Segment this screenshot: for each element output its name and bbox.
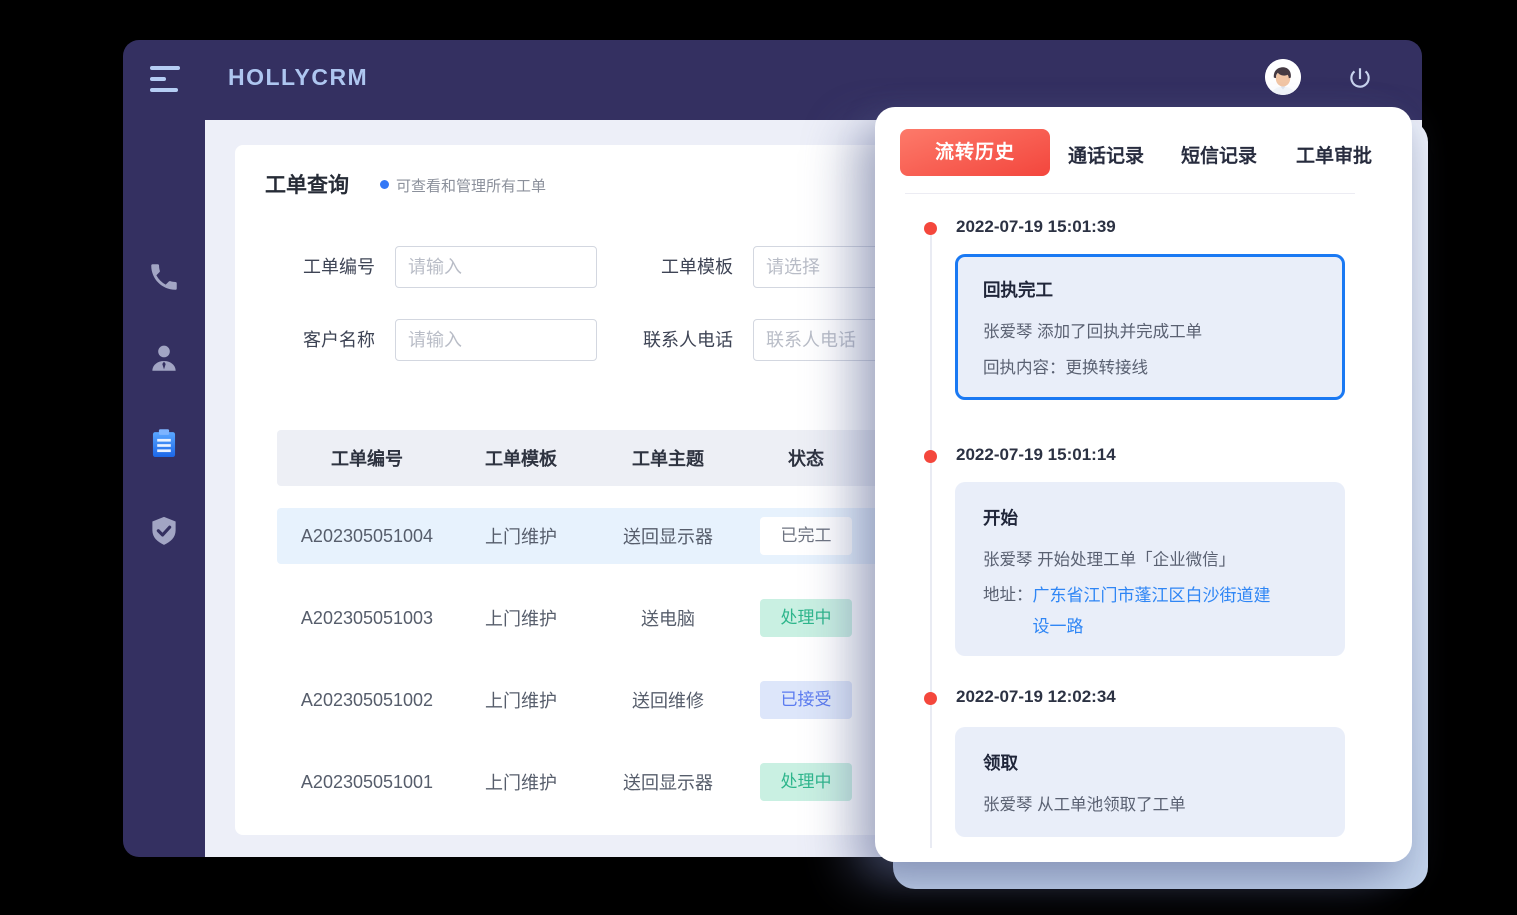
- sidebar-item-workorders[interactable]: [147, 427, 181, 461]
- history-panel: 流转历史 通话记录 短信记录 工单审批 2022-07-19 15:01:39 …: [875, 107, 1412, 862]
- customer-label: 客户名称: [255, 319, 375, 361]
- security-shield-icon: [147, 514, 181, 548]
- status-badge: 处理中: [760, 763, 852, 801]
- timeline-dot: [924, 450, 937, 463]
- page-subtitle: 可查看和管理所有工单: [396, 175, 546, 196]
- cell-subject: 送回显示器: [585, 523, 751, 549]
- col-header-status: 状态: [751, 445, 861, 471]
- status-badge: 已接受: [760, 681, 852, 719]
- address-link[interactable]: 广东省江门市蓬江区白沙街道建设一路: [1033, 580, 1275, 642]
- timeline-timestamp: 2022-07-19 15:01:14: [956, 445, 1116, 465]
- timeline-card-title: 开始: [983, 505, 1319, 530]
- template-label: 工单模板: [613, 246, 733, 288]
- cell-subject: 送电脑: [585, 605, 751, 631]
- status-badge: 已完工: [760, 517, 852, 555]
- timeline-card-title: 回执完工: [983, 277, 1319, 302]
- user-avatar[interactable]: [1265, 59, 1301, 95]
- cell-order-no: A202305051002: [277, 690, 457, 711]
- cell-subject: 送回维修: [585, 687, 751, 713]
- tab-divider: [905, 193, 1355, 194]
- contact-phone-label: 联系人电话: [613, 319, 733, 361]
- cell-order-no: A202305051004: [277, 526, 457, 547]
- cell-order-no: A202305051003: [277, 608, 457, 629]
- tab-sms-records[interactable]: 短信记录: [1181, 141, 1257, 168]
- cell-template: 上门维护: [457, 687, 585, 713]
- timeline-card-start: 开始 张爱琴 开始处理工单「企业微信」 地址： 广东省江门市蓬江区白沙街道建设一…: [955, 482, 1345, 656]
- brand-logo: HOLLYCRM: [228, 64, 368, 91]
- cell-template: 上门维护: [457, 523, 585, 549]
- cell-subject: 送回显示器: [585, 769, 751, 795]
- timeline-card-line: 回执内容：更换转接线: [983, 350, 1319, 386]
- sidebar-item-contacts[interactable]: [147, 341, 181, 375]
- timeline-card-receipt-complete: 回执完工 张爱琴 添加了回执并完成工单 回执内容：更换转接线: [955, 254, 1345, 400]
- workorder-clipboard-icon: [147, 427, 181, 461]
- tab-circulation-history[interactable]: 流转历史: [900, 129, 1050, 176]
- menu-icon[interactable]: [150, 66, 184, 94]
- timeline-card-title: 领取: [983, 750, 1319, 775]
- avatar-image: [1265, 59, 1301, 95]
- phone-icon: [147, 260, 181, 294]
- timeline-card-line: 张爱琴 从工单池领取了工单: [983, 787, 1319, 823]
- timeline-card-line: 张爱琴 添加了回执并完成工单: [983, 314, 1319, 350]
- timeline-card-line: 张爱琴 开始处理工单「企业微信」: [983, 542, 1319, 578]
- tab-call-records[interactable]: 通话记录: [1068, 141, 1144, 168]
- page-title: 工单查询: [265, 169, 349, 199]
- col-header-subject: 工单主题: [585, 445, 751, 471]
- cell-template: 上门维护: [457, 769, 585, 795]
- cell-template: 上门维护: [457, 605, 585, 631]
- desktop-background: HOLLYCRM: [0, 0, 1517, 915]
- status-badge: 处理中: [760, 599, 852, 637]
- timeline-dot: [924, 692, 937, 705]
- cell-order-no: A202305051001: [277, 772, 457, 793]
- order-no-label: 工单编号: [255, 246, 375, 288]
- sidebar-item-security[interactable]: [147, 514, 181, 548]
- timeline-card-claim: 领取 张爱琴 从工单池领取了工单: [955, 727, 1345, 837]
- col-header-template: 工单模板: [457, 445, 585, 471]
- contacts-icon: [147, 341, 181, 375]
- timeline-timestamp: 2022-07-19 15:01:39: [956, 217, 1116, 237]
- order-no-input[interactable]: [395, 246, 597, 288]
- col-header-order-no: 工单编号: [277, 445, 457, 471]
- timeline-dot: [924, 222, 937, 235]
- address-label: 地址：: [983, 580, 1033, 642]
- power-icon[interactable]: [1347, 65, 1373, 91]
- timeline-timestamp: 2022-07-19 12:02:34: [956, 687, 1116, 707]
- sidebar-item-calls[interactable]: [147, 260, 181, 294]
- timeline-line: [930, 235, 932, 848]
- title-dot: [380, 180, 389, 189]
- customer-input[interactable]: [395, 319, 597, 361]
- tab-workorder-approval[interactable]: 工单审批: [1296, 141, 1372, 168]
